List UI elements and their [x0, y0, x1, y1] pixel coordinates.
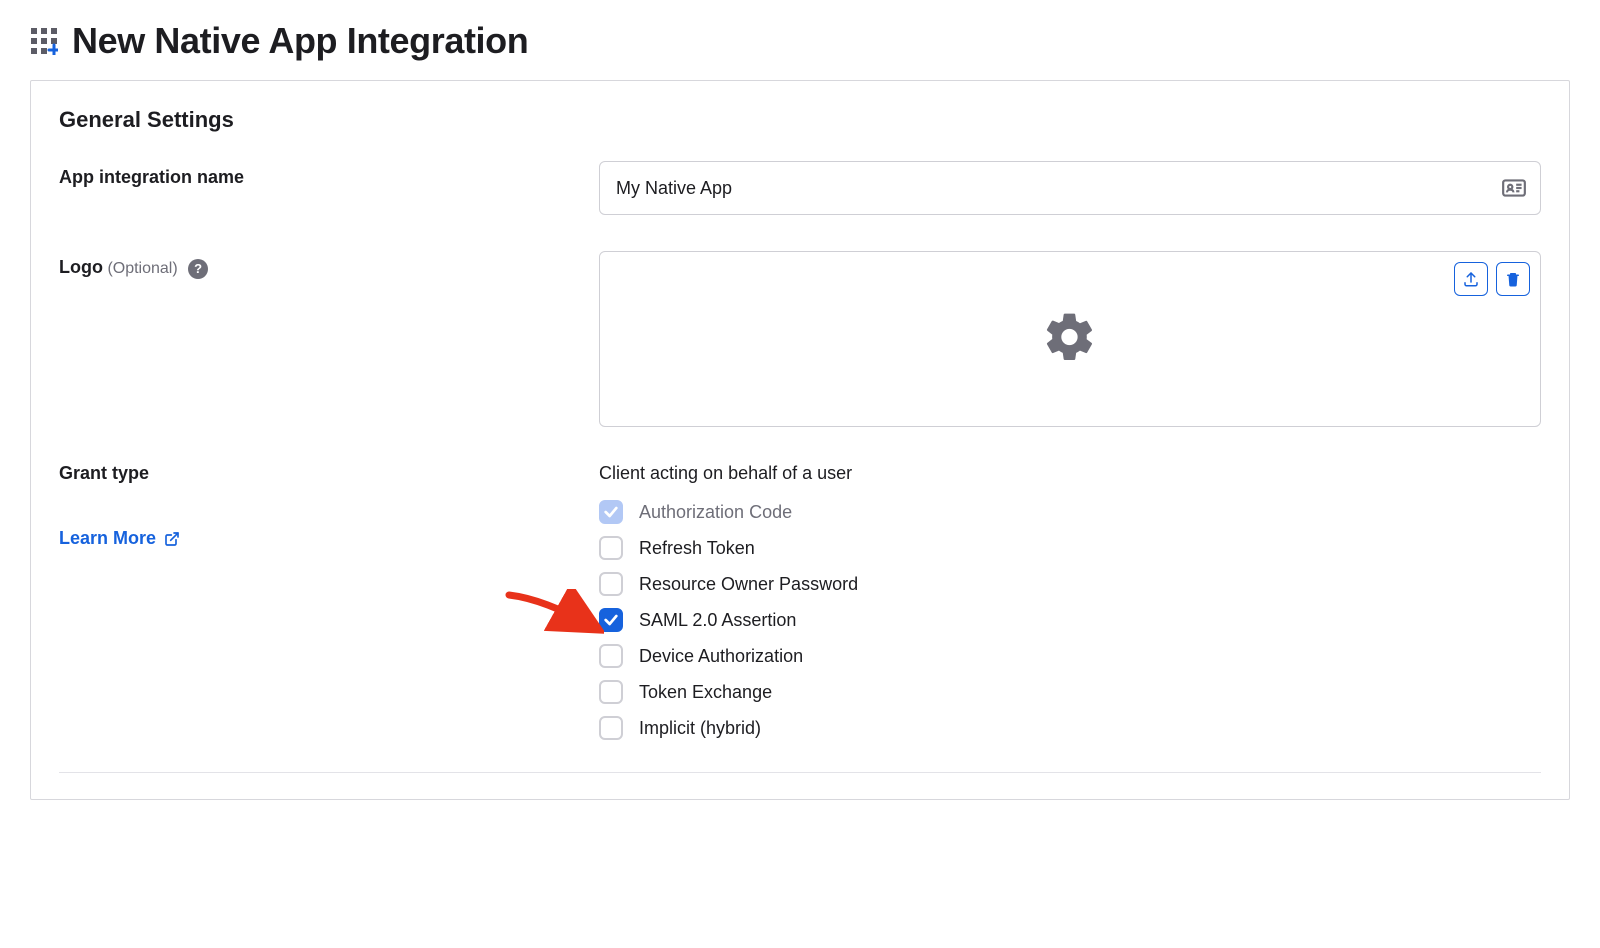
grant-checkbox[interactable]: [599, 644, 623, 668]
annotation-arrow: [504, 589, 604, 654]
grant-checkbox[interactable]: [599, 716, 623, 740]
contact-card-icon: [1501, 175, 1527, 201]
page-header: New Native App Integration: [30, 20, 1570, 62]
grant-option-row: SAML 2.0 Assertion: [599, 602, 1541, 638]
app-name-label: App integration name: [59, 167, 244, 187]
grant-option-row: Device Authorization: [599, 638, 1541, 674]
grant-checkbox[interactable]: [599, 536, 623, 560]
grant-option-label: Implicit (hybrid): [639, 718, 761, 739]
logo-row: Logo (Optional) ?: [59, 251, 1541, 427]
logo-dropzone[interactable]: [599, 251, 1541, 427]
grant-type-label: Grant type: [59, 463, 599, 484]
grant-checkbox[interactable]: [599, 680, 623, 704]
grant-option-row: Authorization Code: [599, 494, 1541, 530]
page-title: New Native App Integration: [72, 20, 528, 62]
grant-option-row: Token Exchange: [599, 674, 1541, 710]
app-name-row: App integration name: [59, 161, 1541, 215]
grant-option-row: Implicit (hybrid): [599, 710, 1541, 746]
grant-option-label: SAML 2.0 Assertion: [639, 610, 796, 631]
delete-logo-button[interactable]: [1496, 262, 1530, 296]
learn-more-link[interactable]: Learn More: [59, 528, 180, 549]
learn-more-text: Learn More: [59, 528, 156, 549]
general-settings-panel: General Settings App integration name Lo…: [30, 80, 1570, 800]
grant-heading: Client acting on behalf of a user: [599, 463, 1541, 484]
help-icon[interactable]: ?: [188, 259, 208, 279]
grant-option-label: Device Authorization: [639, 646, 803, 667]
logo-label: Logo: [59, 257, 103, 277]
grant-type-row: Grant type Learn More Client acting on b…: [59, 463, 1541, 746]
logo-optional-text: (Optional): [107, 260, 177, 277]
upload-logo-button[interactable]: [1454, 262, 1488, 296]
grant-option-label: Refresh Token: [639, 538, 755, 559]
grant-option-label: Resource Owner Password: [639, 574, 858, 595]
grant-option-label: Authorization Code: [639, 502, 792, 523]
grant-option-row: Refresh Token: [599, 530, 1541, 566]
gear-icon: [1042, 309, 1098, 370]
panel-title: General Settings: [59, 107, 1541, 133]
grant-checkbox[interactable]: [599, 572, 623, 596]
grant-option-label: Token Exchange: [639, 682, 772, 703]
external-link-icon: [164, 531, 180, 547]
grant-checkbox: [599, 500, 623, 524]
divider: [59, 772, 1541, 773]
apps-grid-plus-icon: [30, 27, 58, 55]
app-name-input[interactable]: [599, 161, 1541, 215]
grant-checkbox[interactable]: [599, 608, 623, 632]
grant-option-row: Resource Owner Password: [599, 566, 1541, 602]
